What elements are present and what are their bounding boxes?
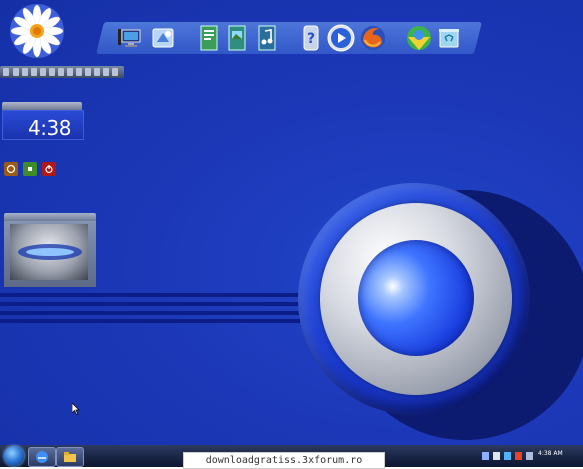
pictures-icon[interactable] [222, 22, 252, 54]
video-gadget-screen[interactable] [10, 224, 88, 280]
clock-gadget-time: 4:38 [28, 116, 71, 140]
toolbar-segment[interactable] [58, 68, 64, 76]
mouse-cursor-icon [72, 403, 80, 415]
toolbar-segment[interactable] [22, 68, 28, 76]
taskbar-clock[interactable]: 4:38 AM [538, 450, 563, 457]
flag-icon[interactable] [504, 452, 511, 460]
wallpaper-orb-core [358, 240, 474, 356]
logoff-button[interactable] [4, 162, 18, 176]
svg-text:?: ? [307, 31, 315, 47]
daisy-user-icon[interactable] [10, 4, 64, 58]
control-panel-icon[interactable] [148, 22, 178, 54]
toolbar-segment[interactable] [49, 68, 55, 76]
recycle-bin-icon[interactable] [434, 22, 464, 54]
volume-icon[interactable] [493, 452, 500, 460]
toolbar-segment[interactable] [94, 68, 100, 76]
wallpaper-stripe [0, 302, 320, 306]
antivirus-icon[interactable] [515, 452, 522, 460]
video-gadget-header[interactable] [4, 213, 96, 221]
wallpaper-stripe [0, 319, 300, 323]
toolbar-segment[interactable] [76, 68, 82, 76]
toolbar-segment[interactable] [112, 68, 118, 76]
internet-explorer-icon [36, 451, 48, 463]
firefox-icon[interactable] [358, 22, 388, 54]
help-icon[interactable]: ? [296, 22, 326, 54]
toolbar-segment[interactable] [31, 68, 37, 76]
taskbar-ie-button[interactable] [28, 447, 56, 467]
toolbar-segment[interactable] [40, 68, 46, 76]
start-orb-icon[interactable] [4, 446, 24, 466]
power-icon[interactable] [526, 452, 533, 460]
toolbar-segment[interactable] [85, 68, 91, 76]
clock-gadget-header[interactable] [2, 102, 82, 110]
computer-icon[interactable] [116, 22, 146, 54]
desktop: ? 4:38 [0, 0, 583, 445]
internet-explorer-icon[interactable] [404, 22, 434, 54]
restart-button[interactable] [23, 162, 37, 176]
wallpaper-stripe [0, 311, 320, 315]
network-icon[interactable] [482, 452, 489, 460]
watermark: downloadgratiss.3xforum.ro [183, 452, 385, 469]
media-player-icon[interactable] [326, 22, 356, 54]
toolbar-segment[interactable] [3, 68, 9, 76]
folder-icon [64, 452, 76, 462]
mini-toolbar[interactable] [0, 66, 124, 78]
system-tray[interactable] [482, 449, 533, 463]
toolbar-segment[interactable] [67, 68, 73, 76]
shutdown-button[interactable] [42, 162, 56, 176]
taskbar-explorer-button[interactable] [56, 447, 84, 467]
toolbar-segment[interactable] [13, 68, 19, 76]
documents-icon[interactable] [194, 22, 224, 54]
music-icon[interactable] [252, 22, 282, 54]
wallpaper-stripe [0, 293, 320, 297]
toolbar-segment[interactable] [103, 68, 109, 76]
